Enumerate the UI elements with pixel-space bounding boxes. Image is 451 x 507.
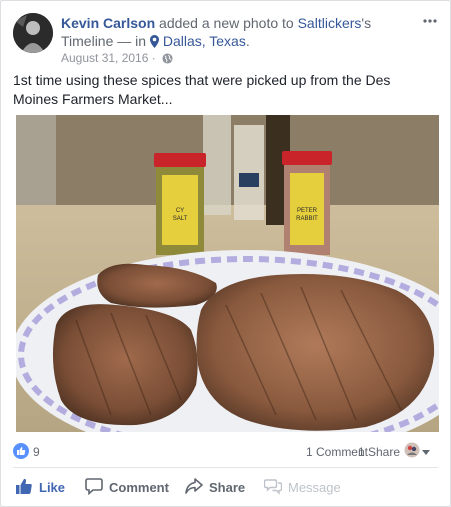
svg-text:RABBIT: RABBIT	[296, 216, 318, 222]
like-label: Like	[39, 480, 66, 495]
share-button[interactable]: Share	[185, 477, 245, 498]
comment-label: Comment	[109, 480, 169, 495]
thumbs-up-icon	[15, 477, 33, 498]
post-header: Kevin Carlson added a new photo to Saltl…	[13, 13, 438, 65]
actions-divider	[13, 467, 438, 468]
location-suffix: .	[245, 33, 250, 49]
svg-text:SALT: SALT	[173, 216, 188, 222]
share-label: Share	[209, 480, 246, 495]
location-link[interactable]: Dallas, Texas	[163, 33, 246, 49]
post-date[interactable]: August 31, 2016 ·	[61, 51, 159, 65]
svg-text:CY: CY	[176, 208, 184, 214]
message-button[interactable]: Message	[263, 477, 341, 498]
post-meta: August 31, 2016 ·	[61, 51, 173, 67]
svg-text:PETER: PETER	[297, 208, 318, 214]
post-headline: Kevin Carlson added a new photo to Saltl…	[61, 14, 412, 52]
like-button[interactable]: Like	[15, 477, 65, 498]
like-reaction-icon[interactable]	[13, 443, 29, 459]
comment-icon	[85, 477, 103, 498]
share-icon	[185, 477, 203, 498]
author-avatar[interactable]	[13, 13, 53, 53]
globe-icon[interactable]	[162, 53, 173, 67]
post-actions: Like Comment Share Message	[13, 473, 438, 501]
location-pin-icon	[149, 34, 159, 52]
comment-button[interactable]: Comment	[85, 477, 169, 498]
post-card: Kevin Carlson added a new photo to Saltl…	[0, 0, 451, 507]
viewer-selector[interactable]	[404, 442, 436, 461]
dropdown-icon	[422, 444, 430, 458]
message-icon	[263, 477, 283, 498]
author-name[interactable]: Kevin Carlson	[61, 15, 155, 31]
shares-count[interactable]: 1 Share	[358, 445, 400, 459]
viewer-icon	[404, 442, 420, 461]
message-label: Message	[288, 480, 341, 495]
target-name[interactable]: Saltlickers	[298, 15, 362, 31]
action-text: added a new photo to	[155, 15, 298, 31]
post-stats: 9 1 Comment 1 Share	[13, 441, 438, 461]
post-caption: 1st time using these spices that were pi…	[13, 72, 391, 107]
like-count[interactable]: 9	[33, 445, 40, 459]
post-photo[interactable]: CY SALT PETER RABBIT	[16, 115, 439, 432]
more-options-icon[interactable]	[422, 13, 438, 29]
